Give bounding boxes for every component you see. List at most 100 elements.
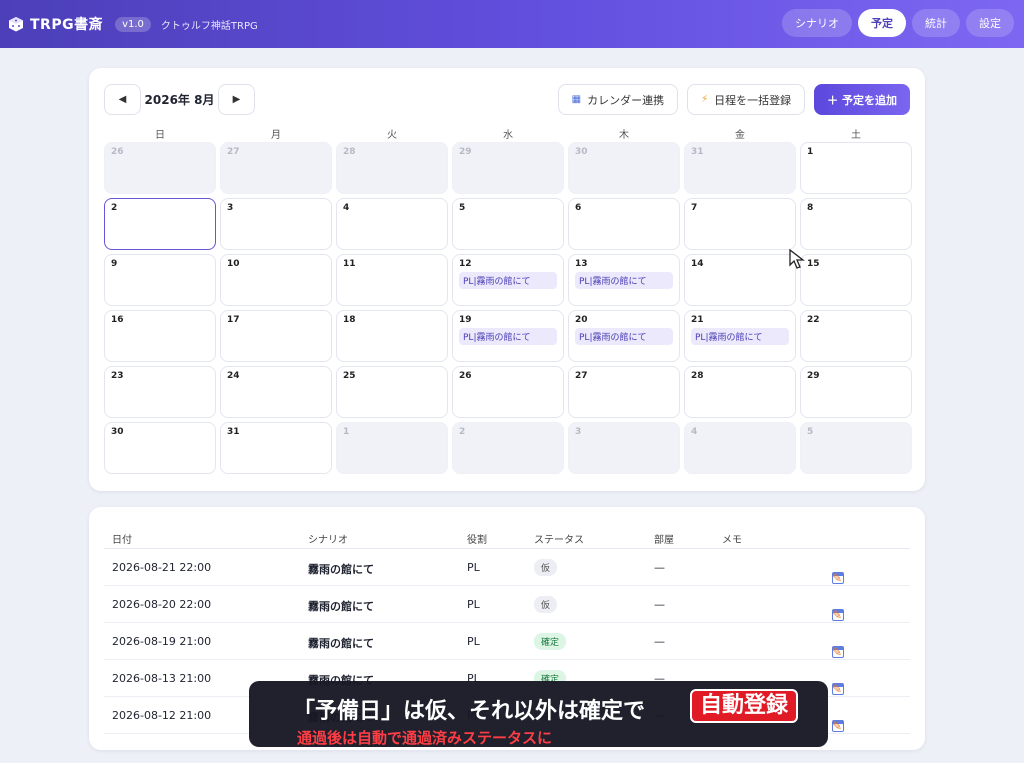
calendar-day[interactable]: 9 [104, 254, 216, 306]
calendar-day[interactable]: 21 PL|霧雨の館にて [684, 310, 796, 362]
calendar-day[interactable]: 14 [684, 254, 796, 306]
weekday-label: 木 [619, 130, 629, 141]
status-badge: 仮 [534, 559, 558, 576]
row-date: 2026-08-12 21:00 [112, 709, 212, 722]
calendar-day[interactable]: 16 [104, 310, 216, 362]
calendar-day[interactable]: 19 PL|霧雨の館にて [452, 310, 564, 362]
calendar-card: ◀ 2026年 8月 ▶ ▦ カレンダー連携 ⚡ 日程を一括登録 ＋ 予定を追加… [89, 68, 925, 491]
calendar-day[interactable]: 3 [220, 198, 332, 250]
prev-month-button[interactable]: ◀ [104, 84, 141, 115]
status-badge: 仮 [534, 596, 558, 613]
calendar-day[interactable]: 13 PL|霧雨の館にて [568, 254, 680, 306]
calendar-event[interactable]: PL|霧雨の館にて [459, 272, 557, 289]
calendar-day[interactable]: 22 [800, 310, 912, 362]
calendar-day[interactable]: 27 [220, 142, 332, 194]
calendar-actions: ▦ カレンダー連携 ⚡ 日程を一括登録 ＋ 予定を追加 [557, 84, 910, 115]
add-schedule-button[interactable]: ＋ 予定を追加 [814, 84, 910, 115]
next-month-button[interactable]: ▶ [218, 84, 255, 115]
calendar-day[interactable]: 24 [220, 366, 332, 418]
calendar-day[interactable]: 27 [568, 366, 680, 418]
calendar-day[interactable]: 31 [684, 142, 796, 194]
day-number: 24 [227, 371, 240, 381]
calendar-day[interactable]: 29 [800, 366, 912, 418]
caption-sub: 通過後は自動で通過済みステータスに [297, 729, 553, 747]
calendar-day[interactable]: 4 [336, 198, 448, 250]
calendar-day[interactable]: 17 [220, 310, 332, 362]
calendar-icon: ▦ [571, 94, 582, 105]
day-number: 10 [227, 259, 240, 269]
row-room: — [654, 598, 665, 611]
calendar-sync-button[interactable]: ▦ カレンダー連携 [557, 84, 679, 115]
calendar-event[interactable]: PL|霧雨の館にて [575, 272, 673, 289]
nav-tab[interactable]: シナリオ [782, 9, 852, 37]
calendar-event[interactable]: PL|霧雨の館にて [459, 328, 557, 345]
nav-tab[interactable]: 設定 [966, 9, 1014, 37]
calendar-day[interactable]: 20 PL|霧雨の館にて [568, 310, 680, 362]
table-header: 日付 シナリオ 役割 ステータス 部屋 メモ [104, 529, 910, 549]
calendar-day[interactable]: 23 [104, 366, 216, 418]
calendar-day[interactable]: 30 [568, 142, 680, 194]
nav-tab[interactable]: 予定 [858, 9, 906, 37]
bulk-register-button[interactable]: ⚡ 日程を一括登録 [687, 84, 806, 115]
brand[interactable]: TRPG書斎 [8, 14, 103, 34]
calendar-day[interactable]: 28 [684, 366, 796, 418]
app-subtitle: クトゥルフ神話TRPG [160, 20, 258, 32]
caption-highlight: 自動登録 [690, 689, 799, 723]
weekday-label: 土 [851, 130, 861, 141]
weekday-label: 日 [155, 130, 165, 141]
calendar-day[interactable]: 12 PL|霧雨の館にて [452, 254, 564, 306]
lightning-icon: ⚡ [701, 94, 709, 105]
row-scenario: 霧雨の館にて [308, 600, 374, 613]
calendar-day-today[interactable]: 2 [104, 198, 216, 250]
calendar-day[interactable]: 25 [336, 366, 448, 418]
day-number: 14 [691, 259, 704, 269]
calendar-day[interactable]: 5 [800, 422, 912, 474]
row-scenario: 霧雨の館にて [308, 637, 374, 650]
pencil-icon[interactable]: ✎ [832, 683, 842, 695]
calendar-day[interactable]: 26 [104, 142, 216, 194]
day-number: 17 [227, 315, 240, 325]
weekday-header: 日月火水木金土 [104, 126, 910, 141]
calendar-day[interactable]: 1 [800, 142, 912, 194]
header-date: 日付 [112, 535, 132, 546]
calendar-day[interactable]: 6 [568, 198, 680, 250]
pencil-icon[interactable]: ✎ [832, 646, 842, 658]
caption-overlay: 「予備日」は仮、それ以外は確定で 自動登録 通過後は自動で通過済みステータスに [249, 681, 828, 747]
calendar-day[interactable]: 15 [800, 254, 912, 306]
pencil-icon[interactable]: ✎ [832, 572, 842, 584]
calendar-event[interactable]: PL|霧雨の館にて [575, 328, 673, 345]
calendar-day[interactable]: 18 [336, 310, 448, 362]
row-scenario: 霧雨の館にて [308, 563, 374, 576]
calendar-day[interactable]: 2 [452, 422, 564, 474]
top-bar: TRPG書斎 v1.0 クトゥルフ神話TRPG シナリオ 予定 統計 設定 [0, 0, 1024, 48]
calendar-day[interactable]: 29 [452, 142, 564, 194]
day-number: 3 [575, 427, 582, 437]
day-number: 4 [343, 203, 350, 213]
table-row[interactable]: 2026-08-21 22:00 霧雨の館にて PL 仮 — ✎ [104, 549, 910, 586]
calendar-day[interactable]: 4 [684, 422, 796, 474]
calendar-day[interactable]: 1 [336, 422, 448, 474]
calendar-day[interactable]: 28 [336, 142, 448, 194]
version-badge: v1.0 [115, 16, 151, 32]
pencil-icon[interactable]: ✎ [832, 720, 842, 732]
table-row[interactable]: 2026-08-20 22:00 霧雨の館にて PL 仮 — ✎ [104, 586, 910, 623]
pencil-icon[interactable]: ✎ [832, 609, 842, 621]
calendar-day[interactable]: 11 [336, 254, 448, 306]
weekday-label: 水 [503, 130, 513, 141]
calendar-day[interactable]: 31 [220, 422, 332, 474]
calendar-day[interactable]: 8 [800, 198, 912, 250]
calendar-day[interactable]: 30 [104, 422, 216, 474]
calendar-day[interactable]: 26 [452, 366, 564, 418]
day-number: 7 [691, 203, 698, 213]
row-date: 2026-08-19 21:00 [112, 635, 212, 648]
calendar-day[interactable]: 10 [220, 254, 332, 306]
calendar-event[interactable]: PL|霧雨の館にて [691, 328, 789, 345]
nav-tab[interactable]: 統計 [912, 9, 960, 37]
day-number: 9 [111, 259, 118, 269]
calendar-day[interactable]: 3 [568, 422, 680, 474]
day-number: 26 [111, 147, 124, 157]
calendar-day[interactable]: 5 [452, 198, 564, 250]
calendar-grid: 26 27 28 29 30 31 1 2 3 4 5 6 7 8 9 10 11 12 PL|霧雨の館にて 13 PL… [104, 142, 912, 474]
calendar-day[interactable]: 7 [684, 198, 796, 250]
table-row[interactable]: 2026-08-19 21:00 霧雨の館にて PL 確定 — ✎ [104, 623, 910, 660]
